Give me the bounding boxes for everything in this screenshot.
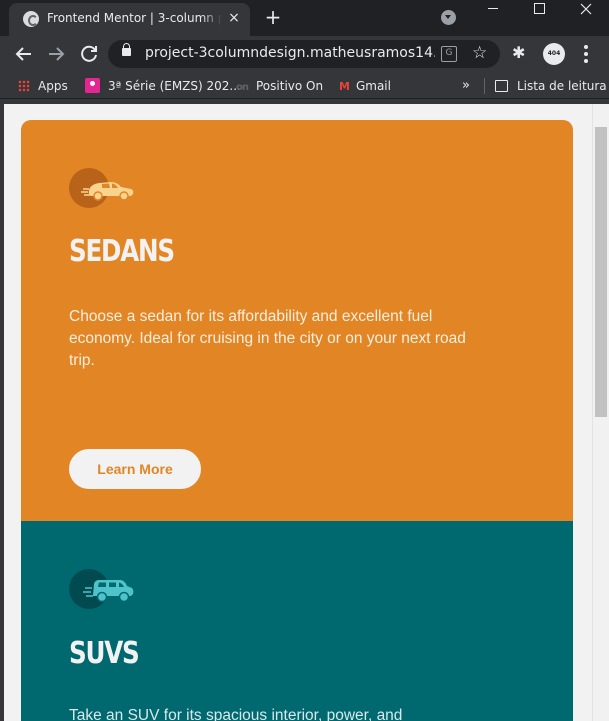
- window-close-icon[interactable]: [563, 0, 609, 20]
- page-viewport: SEDANS Choose a sedan for its affordabil…: [4, 104, 592, 721]
- lock-icon[interactable]: [122, 43, 131, 56]
- bookmark-gmail[interactable]: M Gmail: [339, 77, 391, 95]
- new-tab-button[interactable]: +: [262, 6, 284, 28]
- translate-icon[interactable]: G: [441, 46, 457, 62]
- reading-list-label: Lista de leitura: [517, 79, 607, 93]
- suv-car-icon: [69, 569, 135, 609]
- frontend-mentor-favicon-icon: [23, 11, 39, 27]
- browser-tab[interactable]: Frontend Mentor | 3-column preview card …: [9, 3, 250, 36]
- learn-more-button[interactable]: Learn More: [69, 449, 201, 489]
- reload-icon: [81, 45, 97, 62]
- gmail-icon: M: [339, 80, 350, 93]
- card-title: SEDANS: [69, 234, 175, 269]
- bookmark-star-icon[interactable]: ☆: [472, 43, 487, 63]
- back-button[interactable]: [12, 42, 36, 66]
- sedans-card: SEDANS Choose a sedan for its affordabil…: [21, 120, 573, 521]
- bookmarks-divider: [484, 78, 485, 94]
- bookmarks-bar: Apps 3ª Série (EMZS) 202... on Positivo O…: [0, 72, 609, 99]
- browser-menu-icon[interactable]: [580, 43, 592, 65]
- bookmark-label: 3ª Série (EMZS) 202...: [108, 79, 241, 93]
- card-description: Choose a sedan for its affordability and…: [69, 308, 466, 369]
- forward-button[interactable]: [44, 42, 68, 66]
- card-title: SUVS: [69, 636, 140, 671]
- page-scrollbar[interactable]: [592, 104, 609, 721]
- bookmark-positivo-on[interactable]: on Positivo On: [236, 77, 323, 95]
- suvs-card: SUVS Take an SUV for its spacious interi…: [21, 521, 573, 721]
- tab-close-icon[interactable]: ×: [226, 10, 242, 26]
- reading-list-icon: [495, 80, 508, 92]
- browser-toolbar: project-3columndesign.matheusramos14.re.…: [0, 36, 609, 72]
- window-maximize-icon[interactable]: [516, 0, 562, 20]
- positivo-on-icon: on: [236, 82, 249, 93]
- address-bar[interactable]: project-3columndesign.matheusramos14.re.…: [108, 40, 500, 68]
- apps-grid-icon: [18, 80, 30, 92]
- bookmark-label: Gmail: [355, 79, 391, 93]
- bookmark-apps[interactable]: Apps: [18, 77, 68, 95]
- reload-button[interactable]: [77, 42, 101, 66]
- bookmarks-overflow-button[interactable]: »: [462, 77, 470, 95]
- tab-strip: Frontend Mentor | 3-column preview card …: [0, 0, 609, 36]
- profile-avatar[interactable]: 404: [543, 43, 565, 65]
- window-minimize-icon[interactable]: [470, 0, 516, 20]
- arrow-right-icon: [49, 47, 65, 61]
- reading-list-button[interactable]: Lista de leitura: [495, 77, 607, 95]
- scrollbar-thumb[interactable]: [595, 127, 607, 417]
- bookmark-label: Positivo On: [256, 79, 324, 93]
- tab-title: Frontend Mentor | 3-column preview card …: [47, 11, 222, 25]
- url-text[interactable]: project-3columndesign.matheusramos14.re.…: [145, 45, 435, 61]
- extensions-puzzle-icon[interactable]: ✱: [512, 43, 525, 63]
- sedan-car-icon: [69, 168, 135, 208]
- arrow-left-icon: [15, 47, 31, 61]
- bookmark-serie[interactable]: 3ª Série (EMZS) 202...: [85, 77, 241, 95]
- bookmark-label: Apps: [38, 79, 68, 93]
- card-description: Take an SUV for its spacious interior, p…: [69, 707, 403, 721]
- classroom-icon: [85, 78, 100, 93]
- tab-search-icon[interactable]: [441, 10, 456, 25]
